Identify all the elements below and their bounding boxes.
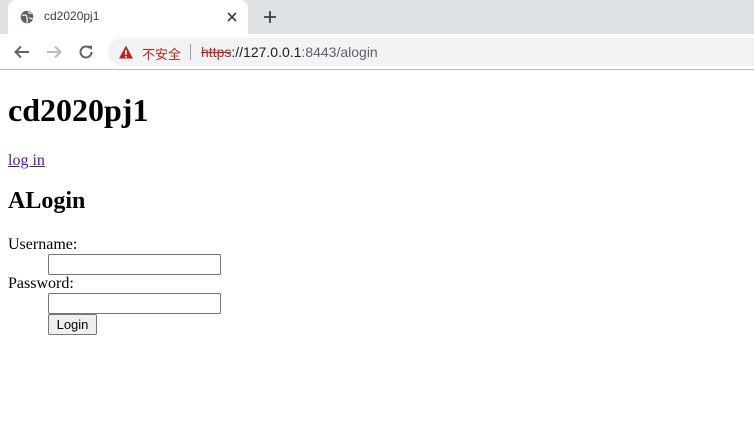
log-in-link[interactable]: log in xyxy=(8,152,45,170)
password-label: Password: xyxy=(8,275,74,292)
form-heading: ALogin xyxy=(8,188,86,214)
security-status-label[interactable]: 不安全 xyxy=(142,44,181,63)
url-host: ://127.0.0.1 xyxy=(231,44,302,60)
back-arrow-icon[interactable] xyxy=(13,43,31,61)
tab-strip: cd2020pj1 xyxy=(0,0,754,34)
close-icon[interactable] xyxy=(224,9,240,25)
password-input[interactable] xyxy=(48,293,221,314)
plus-icon[interactable] xyxy=(262,9,278,25)
globe-icon xyxy=(20,10,34,24)
tab-title: cd2020pj1 xyxy=(44,9,100,23)
login-button[interactable]: Login xyxy=(48,314,97,335)
page-title: cd2020pj1 xyxy=(8,92,149,128)
username-input[interactable] xyxy=(48,254,221,275)
username-label: Username: xyxy=(8,236,78,253)
browser-toolbar: 不安全 https://127.0.0.1:8443/alogin xyxy=(0,34,754,70)
warning-icon[interactable] xyxy=(118,44,134,60)
divider xyxy=(190,44,191,60)
url-text[interactable]: https://127.0.0.1:8443/alogin xyxy=(201,44,378,60)
reload-icon[interactable] xyxy=(77,43,95,61)
browser-tab[interactable]: cd2020pj1 xyxy=(8,0,248,34)
address-bar[interactable]: 不安全 https://127.0.0.1:8443/alogin xyxy=(108,38,754,66)
forward-arrow-icon[interactable] xyxy=(45,43,63,61)
url-scheme: https xyxy=(201,44,232,60)
url-port-path: :8443/alogin xyxy=(301,44,378,60)
